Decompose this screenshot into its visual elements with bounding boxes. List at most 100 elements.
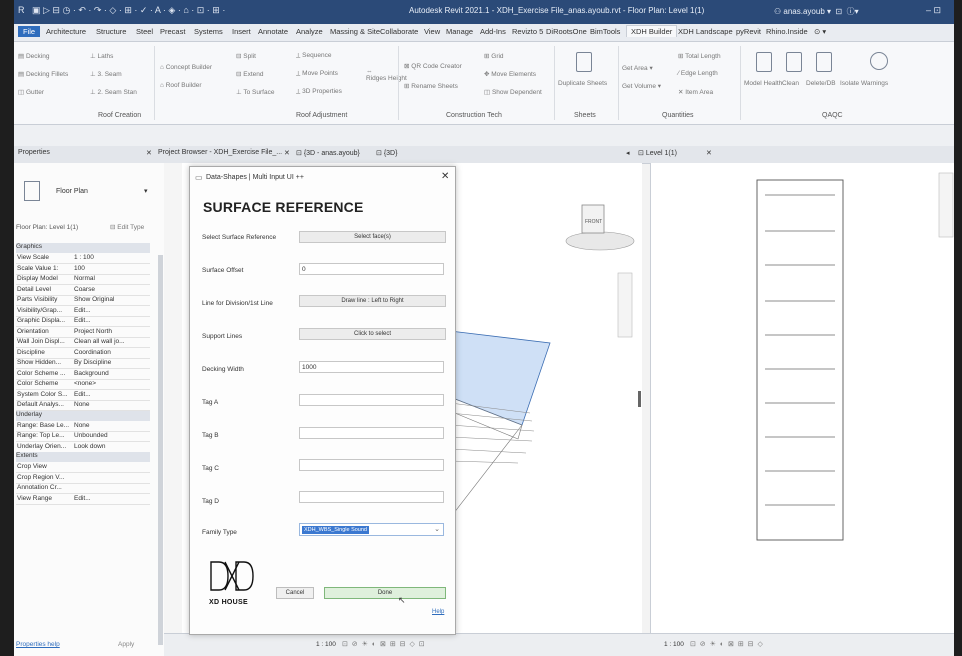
property-row[interactable]: View Range Edit... <box>16 494 150 505</box>
delete-db-icon[interactable] <box>816 52 832 72</box>
grid-button[interactable]: ⊞ Grid <box>484 52 504 60</box>
property-value[interactable]: 100 <box>74 265 85 272</box>
property-row[interactable]: Discipline Coordination <box>16 348 150 359</box>
tab-annotate[interactable]: Annotate <box>258 27 288 36</box>
family-type-select[interactable]: XDH_WBS_Single Sound ⌄ <box>299 523 444 536</box>
property-row[interactable]: Show Hidden... By Discipline <box>16 358 150 369</box>
tag-d-input[interactable] <box>299 491 444 503</box>
property-value[interactable]: Background <box>74 370 109 377</box>
tab-structure[interactable]: Structure <box>96 27 126 36</box>
property-value[interactable]: <none> <box>74 380 96 387</box>
property-row[interactable]: Scale Value 1: 100 <box>16 264 150 275</box>
properties-section-header[interactable]: Extents <box>16 452 150 462</box>
property-row[interactable]: Visibility/Grap... Edit... <box>16 306 150 317</box>
rename-sheets-button[interactable]: ⊞ Rename Sheets <box>404 82 458 90</box>
property-row[interactable]: Crop Region V... <box>16 473 150 484</box>
tab-file[interactable]: File <box>18 26 41 37</box>
done-button[interactable]: Done <box>324 587 446 599</box>
tab-revizto[interactable]: Revizto 5 <box>512 27 543 36</box>
extend-button[interactable]: ⊟ Extend <box>236 70 264 78</box>
cancel-button[interactable]: Cancel <box>276 587 314 599</box>
help-link[interactable]: Help <box>432 609 444 615</box>
concept-builder-button[interactable]: ⌂ Concept Builder <box>160 64 212 71</box>
tab-insert[interactable]: Insert <box>232 27 251 36</box>
tab-collaborate[interactable]: Collaborate <box>380 27 418 36</box>
property-row[interactable]: Color Scheme <none> <box>16 379 150 390</box>
clean-icon[interactable] <box>786 52 802 72</box>
property-row[interactable]: Wall Join Displ... Clean all wall jo... <box>16 337 150 348</box>
property-row[interactable]: Orientation Project North <box>16 327 150 338</box>
property-value[interactable]: None <box>74 401 90 408</box>
ribbon-options-icon[interactable]: ⊙ ▾ <box>814 27 826 36</box>
properties-help-link[interactable]: Properties help <box>16 641 60 648</box>
tag-b-input[interactable] <box>299 427 444 439</box>
roof-builder-button[interactable]: ⌂ Roof Builder <box>160 82 202 89</box>
tab-manage[interactable]: Manage <box>446 27 473 36</box>
model-health-icon[interactable] <box>756 52 772 72</box>
get-volume-button[interactable]: Get Volume ▾ <box>622 82 661 90</box>
properties-section-header[interactable]: Underlay <box>16 410 150 421</box>
property-row[interactable]: Default Analys... None <box>16 400 150 411</box>
tab-bimtools[interactable]: BimTools <box>590 27 620 36</box>
decking-fillets-button[interactable]: ▤ Decking Fillets <box>18 70 68 78</box>
user-account[interactable]: ⚇ anas.ayoub ▾ ⊡ ⓘ▾ <box>774 6 859 17</box>
property-row[interactable]: Annotation Cr... <box>16 483 150 494</box>
tab-analyze[interactable]: Analyze <box>296 27 323 36</box>
property-row[interactable]: Range: Top Le... Unbounded <box>16 431 150 442</box>
edit-type-button[interactable]: ⊟ Edit Type <box>110 223 144 231</box>
properties-close-icon[interactable]: ✕ <box>146 149 152 157</box>
property-value[interactable]: Look down <box>74 443 105 450</box>
property-row[interactable]: System Color S... Edit... <box>16 390 150 401</box>
type-dropdown-icon[interactable]: ▾ <box>144 187 148 195</box>
property-value[interactable]: Edit... <box>74 307 91 314</box>
property-row[interactable]: Range: Base Le... None <box>16 421 150 432</box>
property-row[interactable]: Graphic Displa... Edit... <box>16 316 150 327</box>
tab-dirootsone[interactable]: DiRootsOne <box>546 27 587 36</box>
select-faces-button[interactable]: Select face(s) <box>299 231 446 243</box>
item-area-button[interactable]: ✕ Item Area <box>678 88 713 96</box>
tab-3d-anas[interactable]: ⊡ {3D - anas.ayoub} <box>296 149 360 157</box>
scale-right[interactable]: 1 : 100 <box>664 641 684 648</box>
property-value[interactable]: Show Original <box>74 296 114 303</box>
isolate-warnings-icon[interactable] <box>870 52 888 70</box>
tab-xdh-builder[interactable]: XDH Builder <box>626 25 678 37</box>
property-value[interactable]: None <box>74 422 90 429</box>
tag-c-input[interactable] <box>299 459 444 471</box>
total-length-button[interactable]: ⊞ Total Length <box>678 52 721 60</box>
model-health-button[interactable]: Model Health <box>744 80 782 87</box>
tab-project-browser[interactable]: Project Browser - XDH_Exercise File_... <box>158 149 282 156</box>
view-controls-right[interactable]: ⊡ ⊘ ☀ ◐ ⊠ ⊞ ⊟ ◇ <box>690 640 764 648</box>
property-value[interactable]: Project North <box>74 328 112 335</box>
tab-massing-site[interactable]: Massing & Site <box>330 27 380 36</box>
gutter-button[interactable]: ◫ Gutter <box>18 88 44 96</box>
draw-line-button[interactable]: Draw line : Left to Right <box>299 295 446 307</box>
3d-properties-button[interactable]: ⟂ 3D Properties <box>296 88 342 96</box>
properties-scrollbar[interactable] <box>158 255 163 645</box>
tab-systems[interactable]: Systems <box>194 27 223 36</box>
duplicate-sheets-button[interactable]: Duplicate Sheets <box>558 80 607 87</box>
surface-offset-input[interactable]: 0 <box>299 263 444 275</box>
property-row[interactable]: Display Model Normal <box>16 274 150 285</box>
qr-code-creator-button[interactable]: ⊠ QR Code Creator <box>404 62 462 70</box>
tab-view[interactable]: View <box>424 27 440 36</box>
property-value[interactable]: 1 : 100 <box>74 254 94 261</box>
tab-pyrevit[interactable]: pyRevit <box>736 27 761 36</box>
property-value[interactable]: Edit... <box>74 495 91 502</box>
property-value[interactable]: Coarse <box>74 286 95 293</box>
minimize-icon[interactable]: – ⊡ <box>926 5 941 16</box>
move-points-button[interactable]: ⟂ Move Points <box>296 70 338 78</box>
seam-button[interactable]: ⊥ 3. Seam <box>90 70 122 78</box>
decking-button[interactable]: ▤ Decking <box>18 52 49 60</box>
property-value[interactable]: Edit... <box>74 317 91 324</box>
browser-close-icon[interactable]: ✕ <box>284 149 290 157</box>
clean-button[interactable]: Clean <box>782 80 799 87</box>
apply-button[interactable]: Apply <box>118 641 134 648</box>
property-row[interactable]: Crop View <box>16 462 150 473</box>
dialog-close-icon[interactable]: ✕ <box>441 171 449 182</box>
tab-architecture[interactable]: Architecture <box>46 27 86 36</box>
tab-steel[interactable]: Steel <box>136 27 153 36</box>
property-value[interactable]: Unbounded <box>74 432 108 439</box>
duplicate-sheets-icon[interactable] <box>576 52 592 72</box>
tab-precast[interactable]: Precast <box>160 27 185 36</box>
plan-close-icon[interactable]: ✕ <box>706 149 712 157</box>
